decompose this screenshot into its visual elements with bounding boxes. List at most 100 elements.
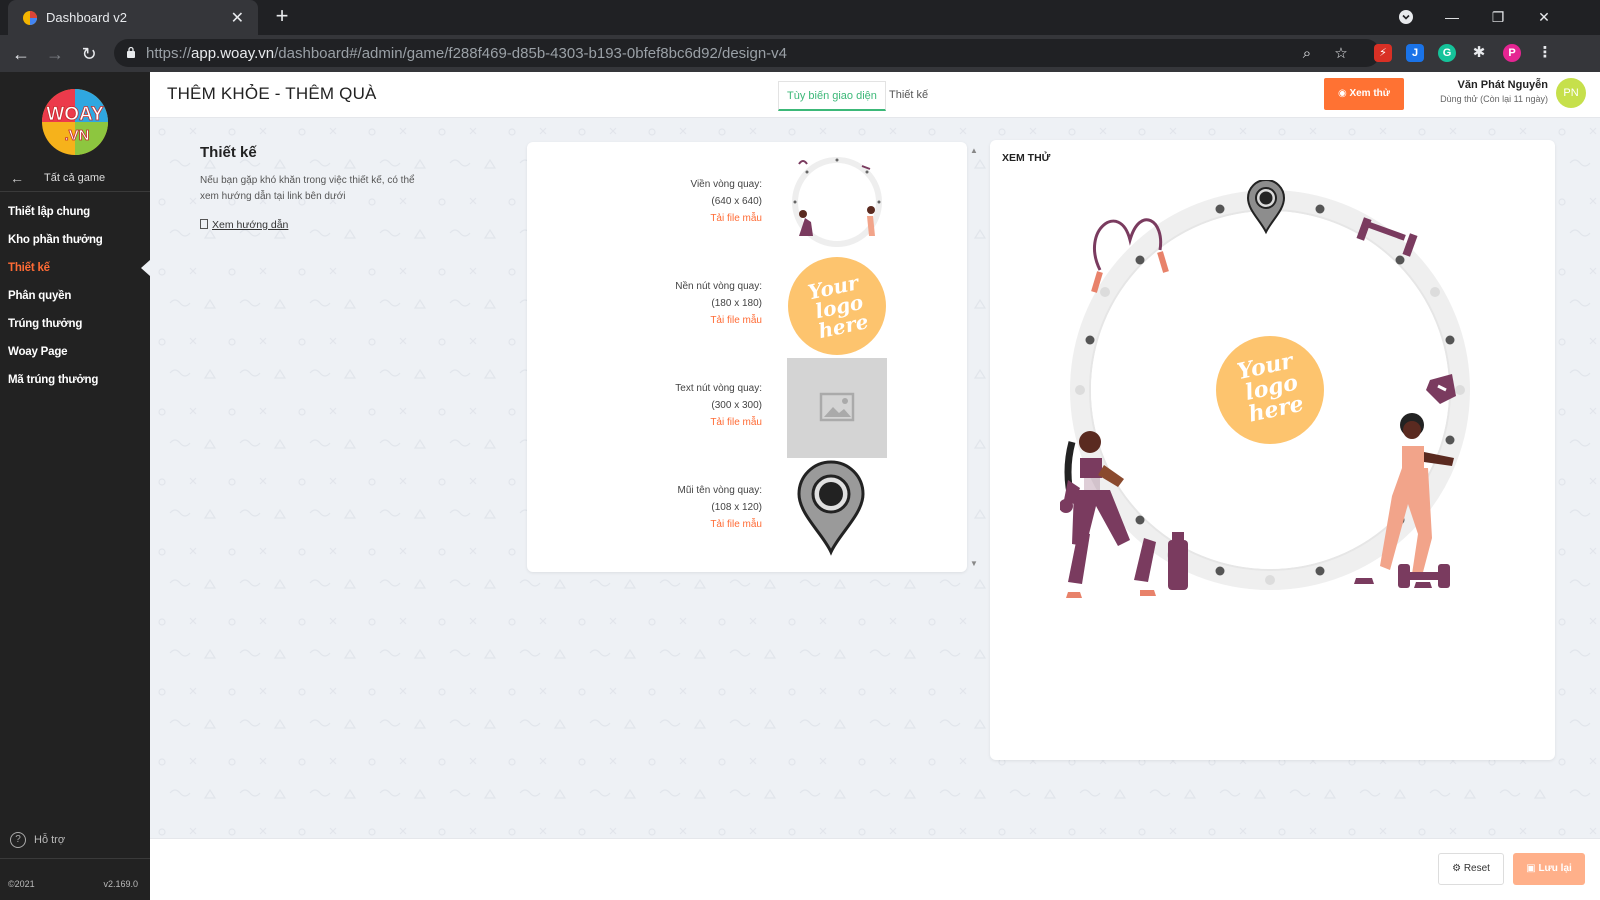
divider — [0, 191, 150, 192]
top-bar: THÊM KHỎE - THÊM QUÀ Tùy biến giao diện … — [150, 72, 1600, 118]
save-icon: ▣ — [1526, 863, 1539, 874]
download-template-link[interactable]: Tải file mẫu — [602, 516, 762, 533]
scroll-up-icon[interactable]: ▲ — [970, 146, 978, 155]
page-title: THÊM KHỎE - THÊM QUÀ — [167, 84, 377, 103]
url-text: https://app.woay.vn/dashboard#/admin/gam… — [146, 45, 787, 62]
lock-icon — [127, 46, 135, 58]
sidebar-item-winners[interactable]: Trúng thưởng — [0, 310, 150, 338]
asset-name: Text nút vòng quay: — [675, 383, 762, 394]
save-button[interactable]: ▣ Lưu lại — [1513, 853, 1585, 885]
logo-text-top: WOAY — [46, 104, 104, 125]
help-icon: ? — [10, 832, 26, 848]
download-template-link[interactable]: Tải file mẫu — [602, 210, 762, 227]
asset-size: (300 x 300) — [711, 400, 762, 411]
forward-icon[interactable]: → — [44, 43, 66, 65]
url-host: app.woay.vn — [191, 45, 275, 62]
download-template-link[interactable]: Tải file mẫu — [602, 414, 762, 431]
asset-row-button-text: Text nút vòng quay: (300 x 300) Tải file… — [527, 358, 967, 458]
copyright: ©2021 — [8, 879, 35, 889]
minimize-icon[interactable]: — — [1440, 6, 1464, 28]
download-template-link[interactable]: Tải file mẫu — [602, 312, 762, 329]
asset-name: Viền vòng quay: — [690, 179, 762, 190]
sidebar-item-permissions[interactable]: Phân quyền — [0, 282, 150, 310]
tab-search-icon[interactable] — [1394, 6, 1418, 28]
address-bar[interactable]: https://app.woay.vn/dashboard#/admin/gam… — [114, 39, 1380, 67]
preview-button-label: Xem thử — [1349, 88, 1391, 99]
arrow-pointer-thumbnail[interactable] — [787, 460, 887, 560]
avatar[interactable]: PN — [1556, 78, 1586, 108]
logo-text-bottom: .VN — [64, 127, 89, 144]
save-button-label: Lưu lại — [1538, 863, 1572, 874]
reset-button[interactable]: ⚙ Reset — [1438, 853, 1504, 885]
guide-link-label: Xem hướng dẫn — [212, 219, 289, 231]
back-icon[interactable]: ← — [10, 43, 32, 65]
asset-name: Mũi tên vòng quay: — [677, 485, 763, 496]
button-text-thumbnail[interactable] — [787, 358, 887, 458]
browser-tab[interactable]: Dashboard v2 ✕ — [8, 0, 258, 35]
extension-red-icon[interactable]: ⚡ — [1374, 44, 1392, 62]
preview-title: XEM THỬ — [1002, 152, 1051, 164]
profile-avatar[interactable]: P — [1503, 44, 1521, 62]
support-link[interactable]: ? Hỗ trợ — [10, 832, 65, 848]
sidebar-item-rewards[interactable]: Kho phần thưởng — [0, 226, 150, 254]
user-name: Văn Phát Nguyễn — [1457, 79, 1548, 91]
bookmark-star-icon[interactable]: ☆ — [1332, 45, 1350, 63]
extension-blue-icon[interactable]: J — [1406, 44, 1424, 62]
sidebar-menu: Thiết lập chung Kho phần thưởng Thiết kế… — [0, 198, 150, 394]
document-icon — [200, 219, 208, 229]
restore-icon[interactable]: ❐ — [1486, 6, 1510, 28]
asset-label: Mũi tên vòng quay: (108 x 120) Tải file … — [602, 482, 763, 533]
sidebar-item-general-settings[interactable]: Thiết lập chung — [0, 198, 150, 226]
gear-icon: ⚙ — [1452, 863, 1464, 874]
grammarly-icon[interactable]: G — [1438, 44, 1456, 62]
close-tab-icon[interactable]: ✕ — [231, 8, 244, 28]
sidebar: WOAY .VN ← Tất cả game Thiết lập chung K… — [0, 72, 150, 900]
asset-size: (108 x 120) — [711, 502, 762, 513]
asset-row-button-bg: Nền nút vòng quay: (180 x 180) Tải file … — [527, 256, 967, 356]
tab-design[interactable]: Thiết kế — [881, 81, 936, 111]
guide-link[interactable]: Xem hướng dẫn — [200, 219, 420, 231]
zoom-icon[interactable]: ⌕ — [1298, 45, 1316, 63]
extensions-puzzle-icon[interactable]: ✱ — [1470, 44, 1488, 62]
user-info[interactable]: Văn Phát Nguyễn Dùng thử (Còn lại 11 ngà… — [1440, 79, 1548, 104]
reset-button-label: Reset — [1463, 863, 1490, 874]
preview-button[interactable]: ◉ Xem thử — [1324, 78, 1404, 110]
scroll-down-icon[interactable]: ▼ — [970, 559, 978, 568]
water-bottle-icon — [1168, 532, 1188, 590]
design-assets-panel: Viền vòng quay: (640 x 640) Tải file mẫu… — [527, 142, 967, 572]
browser-tab-bar: Dashboard v2 ✕ + — ❐ ✕ — [0, 0, 1600, 35]
url-path: /dashboard#/admin/game/f288f469-d85b-430… — [274, 45, 788, 62]
asset-size: (180 x 180) — [711, 298, 762, 309]
sidebar-item-design[interactable]: Thiết kế — [0, 254, 150, 282]
support-label: Hỗ trợ — [34, 833, 66, 846]
wheel-border-thumbnail[interactable] — [787, 154, 887, 254]
browser-tab-title: Dashboard v2 — [46, 10, 127, 25]
asset-name: Nền nút vòng quay: — [675, 281, 762, 292]
sidebar-item-design-label: Thiết kế — [8, 262, 50, 274]
asset-size: (640 x 640) — [711, 196, 762, 207]
browser-toolbar: ← → ↻ https://app.woay.vn/dashboard#/adm… — [0, 35, 1600, 72]
chrome-menu-icon[interactable]: ⋮ — [1536, 44, 1554, 62]
section-heading: Thiết kế — [200, 144, 257, 161]
button-bg-thumbnail[interactable]: Your logo here — [787, 256, 887, 356]
woay-logo[interactable]: WOAY .VN — [33, 84, 117, 158]
new-tab-icon[interactable]: + — [270, 5, 294, 29]
reload-icon[interactable]: ↻ — [78, 43, 100, 65]
close-window-icon[interactable]: ✕ — [1532, 6, 1556, 28]
back-label: Tất cả game — [44, 172, 106, 184]
asset-row-wheel-border: Viền vòng quay: (640 x 640) Tải file mẫu — [527, 154, 967, 254]
back-to-all-games[interactable]: ← Tất cả game — [0, 167, 150, 191]
version: v2.169.0 — [103, 879, 138, 889]
sidebar-item-woay-page[interactable]: Woay Page — [0, 338, 150, 366]
favicon-icon — [23, 11, 37, 25]
asset-label: Viền vòng quay: (640 x 640) Tải file mẫu — [602, 176, 762, 227]
panel-scrollbar[interactable]: ▲ ▼ — [968, 142, 978, 572]
sidebar-item-prize-codes[interactable]: Mã trúng thưởng — [0, 366, 150, 394]
section-description: Nếu bạn gặp khó khăn trong việc thiết kế… — [200, 175, 415, 202]
preview-panel: XEM THỬ Your logo here — [990, 140, 1555, 760]
bottom-action-bar: ⚙ Reset ▣ Lưu lại — [150, 838, 1600, 900]
asset-row-arrow: Mũi tên vòng quay: (108 x 120) Tải file … — [527, 460, 967, 560]
tab-customize-ui[interactable]: Tùy biến giao diện — [778, 81, 886, 111]
eye-icon: ◉ — [1337, 88, 1350, 99]
arrow-left-icon: ← — [10, 170, 24, 186]
